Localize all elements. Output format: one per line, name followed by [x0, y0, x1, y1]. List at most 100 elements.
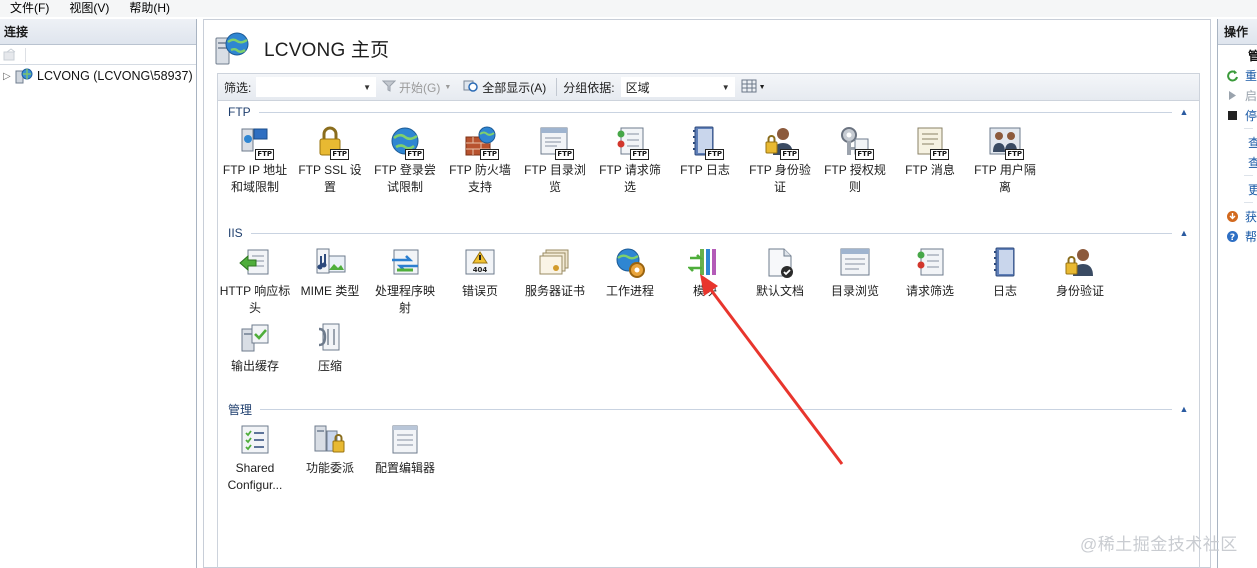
feature-logging[interactable]: 日志 — [968, 246, 1042, 300]
server-certificates-icon — [538, 246, 572, 280]
action-start[interactable]: 启 — [1218, 85, 1257, 105]
error-pages-icon: 404 — [463, 246, 497, 280]
show-all-icon — [463, 79, 479, 96]
action-help[interactable]: ? 帮 — [1218, 226, 1257, 246]
feature-authentication[interactable]: 身份验证 — [1043, 246, 1117, 300]
feature-ftp-logon-attempts[interactable]: FTP FTP 登录尝 试限制 — [368, 125, 442, 196]
action-restart[interactable]: 重 — [1218, 65, 1257, 85]
action-section-title: 管 — [1218, 45, 1257, 65]
menu-bar: 文件(F) 视图(V) 帮助(H) — [0, 0, 1257, 17]
stop-icon — [1226, 109, 1239, 122]
feature-output-caching[interactable]: 输出缓存 — [218, 321, 292, 375]
feature-directory-browsing[interactable]: 目录浏览 — [818, 246, 892, 300]
toolbar-separator-icon — [24, 47, 40, 63]
modules-icon — [686, 246, 722, 280]
authentication-icon — [1063, 246, 1097, 280]
feature-shared-configuration[interactable]: Shared Configur... — [218, 423, 292, 494]
chevron-down-icon: ▼ — [758, 83, 766, 91]
main-panel: LCVONG 主页 筛选: ▼ 开始(G) ▼ 全部显示(A) 分组依据: 区域… — [203, 19, 1211, 568]
feature-http-response-headers[interactable]: HTTP 响应标 头 — [218, 246, 292, 317]
action-view-2[interactable]: 查 — [1218, 152, 1257, 172]
ftp-user-isolation-icon: FTP — [988, 125, 1024, 160]
feature-handler-mappings[interactable]: 处理程序映 射 — [368, 246, 442, 317]
server-icon — [15, 68, 33, 84]
connect-icon[interactable] — [2, 47, 18, 63]
features-view: FTP ▲ FTP FTP IP 地址 和域限制 FTP FTP SSL 设 置 — [217, 101, 1200, 568]
feature-ftp-authorization[interactable]: FTP FTP 授权规 则 — [818, 125, 892, 196]
dropdown-arrow-icon[interactable]: ▼ — [363, 83, 371, 92]
group-by-label: 分组依据: — [563, 80, 615, 95]
action-view-1[interactable]: 查 — [1218, 132, 1257, 152]
collapse-icon[interactable]: ▲ — [1178, 107, 1190, 117]
action-change[interactable]: 更 — [1218, 179, 1257, 199]
feature-ftp-firewall[interactable]: FTP FTP 防火墙 支持 — [443, 125, 517, 196]
connections-pane: 连接 ▷ LCVONG (LCVONG\58937) — [0, 19, 197, 568]
default-document-icon — [763, 246, 797, 280]
collapse-icon[interactable]: ▲ — [1178, 404, 1190, 414]
feature-request-filtering[interactable]: 请求筛选 — [893, 246, 967, 300]
feature-delegation-icon — [313, 423, 347, 457]
server-globe-icon — [214, 30, 250, 66]
menu-view[interactable]: 视图(V) — [59, 0, 119, 17]
collapse-icon[interactable]: ▲ — [1178, 228, 1190, 238]
menu-help[interactable]: 帮助(H) — [119, 0, 180, 17]
mime-types-icon — [313, 246, 347, 280]
group-header-iis: IIS ▲ — [228, 226, 1190, 240]
request-filtering-icon — [913, 246, 947, 280]
tree-item-label: LCVONG (LCVONG\58937) — [37, 69, 193, 83]
feature-ftp-user-isolation[interactable]: FTP FTP 用户隔 离 — [968, 125, 1042, 196]
action-get[interactable]: 获 — [1218, 206, 1257, 226]
feature-ftp-logging[interactable]: FTP FTP 日志 — [668, 125, 742, 179]
start-filter-button[interactable]: 开始(G) ▼ — [376, 79, 457, 96]
view-mode-button[interactable]: ▼ — [735, 79, 772, 96]
filter-input[interactable]: ▼ — [256, 77, 376, 97]
feature-ftp-request-filtering[interactable]: FTP FTP 请求筛 选 — [593, 125, 667, 196]
output-caching-icon — [238, 321, 272, 355]
refresh-icon — [1226, 69, 1239, 82]
ftp-directory-browsing-icon: FTP — [538, 125, 574, 160]
feature-ftp-messages[interactable]: FTP FTP 消息 — [893, 125, 967, 179]
dropdown-arrow-icon[interactable]: ▼ — [722, 83, 730, 92]
feature-ftp-authentication[interactable]: FTP FTP 身份验 证 — [743, 125, 817, 196]
page-title-text: LCVONG 主页 — [264, 39, 390, 61]
ftp-ip-restrictions-icon: FTP — [238, 125, 274, 160]
feature-worker-processes[interactable]: 工作进程 — [593, 246, 667, 300]
configuration-editor-icon — [388, 423, 422, 457]
menu-file[interactable]: 文件(F) — [0, 0, 59, 17]
show-all-button[interactable]: 全部显示(A) — [457, 79, 552, 96]
ftp-authentication-icon: FTP — [763, 125, 799, 160]
feature-ftp-ssl[interactable]: FTP FTP SSL 设 置 — [293, 125, 367, 196]
group-by-select[interactable]: 区域 ▼ — [620, 77, 735, 97]
tree-item-server[interactable]: ▷ LCVONG (LCVONG\58937) — [0, 65, 196, 87]
toolbar-separator — [556, 78, 558, 96]
svg-text:?: ? — [1230, 233, 1235, 243]
ftp-messages-icon: FTP — [913, 125, 949, 160]
connections-header: 连接 — [0, 19, 196, 45]
action-stop[interactable]: 停 — [1218, 105, 1257, 125]
http-response-headers-icon — [238, 246, 272, 280]
feature-mime-types[interactable]: MIME 类型 — [293, 246, 367, 300]
feature-configuration-editor[interactable]: 配置编辑器 — [368, 423, 442, 477]
filter-label: 筛选: — [224, 80, 252, 95]
ftp-authorization-icon: FTP — [838, 125, 874, 160]
view-grid-icon — [741, 79, 757, 96]
feature-ftp-ip-restrictions[interactable]: FTP FTP IP 地址 和域限制 — [218, 125, 292, 196]
logging-icon — [988, 246, 1022, 280]
ftp-request-filtering-icon: FTP — [613, 125, 649, 160]
group-header-ftp: FTP ▲ — [228, 105, 1190, 119]
filter-toolbar: 筛选: ▼ 开始(G) ▼ 全部显示(A) 分组依据: 区域 ▼ ▼ — [217, 73, 1200, 101]
feature-server-certificates[interactable]: 服务器证书 — [518, 246, 592, 300]
compression-icon — [313, 321, 347, 355]
feature-compression[interactable]: 压缩 — [293, 321, 367, 375]
shared-configuration-icon — [238, 423, 272, 457]
download-icon — [1226, 210, 1239, 223]
feature-ftp-directory-browsing[interactable]: FTP FTP 目录浏 览 — [518, 125, 592, 196]
feature-error-pages[interactable]: 404 错误页 — [443, 246, 517, 300]
chevron-right-icon[interactable]: ▷ — [3, 71, 15, 82]
feature-modules[interactable]: 模块 — [668, 246, 742, 300]
watermark: @稀土掘金技术社区 — [1080, 535, 1238, 554]
funnel-icon — [381, 80, 397, 95]
feature-default-document[interactable]: 默认文档 — [743, 246, 817, 300]
actions-header: 操作 — [1218, 19, 1257, 45]
feature-delegation[interactable]: 功能委派 — [293, 423, 367, 477]
